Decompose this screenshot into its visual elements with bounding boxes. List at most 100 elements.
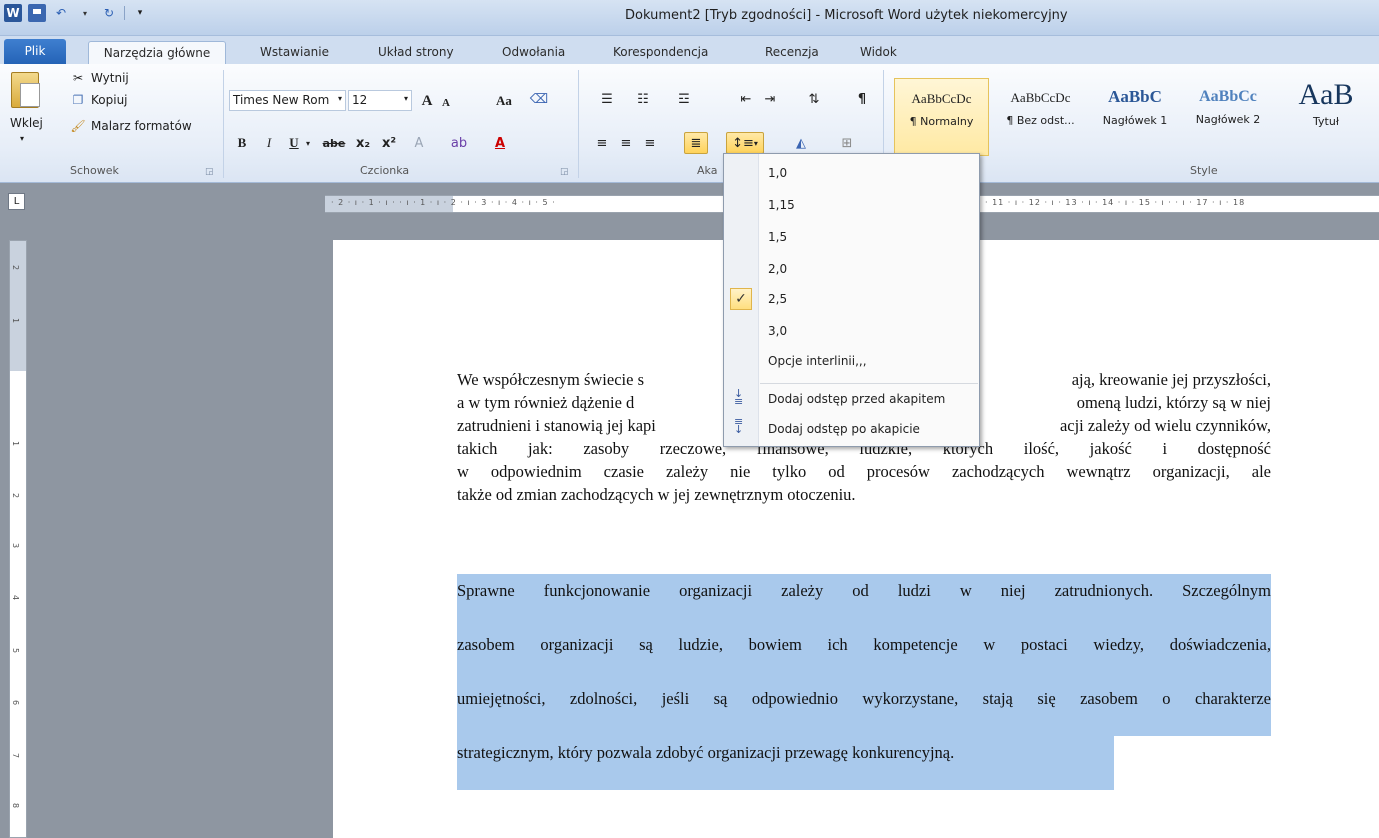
vruler-number: 1 <box>11 317 21 324</box>
vruler-number: 6 <box>11 699 21 706</box>
strikethrough-button[interactable]: abe <box>320 132 348 154</box>
style-no-spacing[interactable]: AaBbCcDc ¶ Bez odst... <box>993 78 1088 156</box>
paste-label: Wklej <box>10 116 43 130</box>
option-label: 1,0 <box>768 166 788 180</box>
numbering-icon[interactable]: ☷ <box>628 88 658 110</box>
tab-mailings[interactable]: Korespondencja <box>613 41 708 64</box>
style-title[interactable]: AaB Tytuł <box>1276 78 1376 156</box>
text-fragment: ają, kreowanie jej przyszłości, <box>1071 370 1271 389</box>
option-label: 2,5 <box>768 292 788 306</box>
align-left-icon[interactable]: ≡ <box>592 132 612 154</box>
underline-button[interactable]: U <box>285 132 303 154</box>
shrink-font-button[interactable]: A <box>438 92 454 114</box>
tab-page-layout[interactable]: Układ strony <box>378 41 454 64</box>
space-after-icon: ≡ ↓ <box>734 415 744 436</box>
clear-formatting-icon[interactable]: ⌫ <box>528 88 550 110</box>
text-fragment: zatrudnieni i stanowią jej kapi <box>457 416 656 435</box>
subscript-button[interactable]: x₂ <box>352 132 374 154</box>
bullets-icon[interactable]: ☰ <box>592 88 622 110</box>
line-spacing-option-3-0[interactable]: 3,0 <box>724 316 979 346</box>
underline-dropdown-icon[interactable]: ▾ <box>303 132 313 154</box>
tab-file[interactable]: Plik <box>4 39 66 64</box>
format-painter-button[interactable]: 🖌 Malarz formatów <box>70 118 191 134</box>
line-spacing-option-2-5[interactable]: ✓ 2,5 <box>724 284 979 314</box>
decrease-indent-icon[interactable]: ⇤ <box>736 88 756 110</box>
text-line: w odpowiednim czasie zależy nie tylko od… <box>457 462 1271 481</box>
text-effects-icon[interactable]: A <box>408 132 430 154</box>
selected-text: Sprawne funkcjonowanie organizacji zależ… <box>457 574 1271 628</box>
style-normal[interactable]: AaBbCcDc ¶ Normalny <box>894 78 989 156</box>
font-name-value: Times New Rom <box>233 93 330 107</box>
superscript-button[interactable]: x² <box>378 132 400 154</box>
highlight-color-icon[interactable]: ab <box>444 132 474 154</box>
line-spacing-button[interactable]: ↕≡ ▾ <box>726 132 764 154</box>
clipboard-launcher-icon[interactable]: ◲ <box>205 167 214 177</box>
selected-text: strategicznym, który pozwala zdobyć orga… <box>457 736 1114 790</box>
text-line: także od zmian zachodzących w jej zewnęt… <box>457 485 856 504</box>
style-name: ¶ Bez odst... <box>1006 114 1075 127</box>
tab-selector-button[interactable]: L <box>8 193 25 210</box>
text-fragment: omeną ludzi, którzy są w niej <box>1076 393 1271 412</box>
bold-button[interactable]: B <box>233 132 251 154</box>
tab-view[interactable]: Widok <box>860 41 897 64</box>
customize-qat-icon[interactable]: ▾ <box>131 4 149 22</box>
align-right-icon[interactable]: ≡ <box>640 132 660 154</box>
word-logo-icon[interactable]: W <box>4 4 22 22</box>
sort-icon[interactable]: ⇅ <box>804 88 824 110</box>
option-label: 2,0 <box>768 262 788 276</box>
shading-icon[interactable]: ◭ <box>784 132 818 154</box>
line-spacing-option-1-5[interactable]: 1,5 <box>724 222 979 252</box>
grow-font-button[interactable]: A <box>418 90 436 112</box>
font-size-value: 12 <box>352 93 368 107</box>
align-center-icon[interactable]: ≡ <box>616 132 636 154</box>
selected-line: Sprawne funkcjonowanie organizacji zależ… <box>457 574 1271 628</box>
option-label: Opcje interlinii,,, <box>768 354 867 368</box>
text-fragment: acji zależy od wielu czynników, <box>1059 416 1271 435</box>
copy-button[interactable]: ❐ Kopiuj <box>70 92 128 108</box>
redo-icon[interactable]: ↻ <box>100 4 118 22</box>
window-title: Dokument2 [Tryb zgodności] - Microsoft W… <box>625 8 1068 23</box>
font-dropdown-icon: ▾ <box>337 94 342 103</box>
selected-line: zasobem organizacji są ludzie, bowiem ic… <box>457 628 1271 682</box>
justify-icon[interactable]: ≣ <box>684 132 708 154</box>
font-size-combo[interactable]: 12 ▾ <box>348 90 412 111</box>
style-preview: AaBbCcDc <box>911 91 972 106</box>
brush-icon: 🖌 <box>70 119 86 133</box>
increase-indent-icon[interactable]: ⇥ <box>760 88 780 110</box>
undo-dropdown-icon[interactable]: ▾ <box>76 4 94 22</box>
style-heading-2[interactable]: AaBbCc Nagłówek 2 <box>1183 78 1273 156</box>
change-case-button[interactable]: Aa <box>490 90 518 112</box>
undo-icon[interactable]: ↶ <box>52 4 70 22</box>
space-before-icon: ↓ ≡ <box>734 387 744 408</box>
vertical-ruler[interactable]: 2 1 1 2 3 4 5 6 7 8 <box>9 240 27 838</box>
vruler-number: 3 <box>11 542 21 549</box>
paste-dropdown-icon[interactable]: ▾ <box>20 134 24 143</box>
selected-text: umiejętności, zdolności, jeśli są odpowi… <box>457 682 1271 736</box>
tab-review[interactable]: Recenzja <box>765 41 819 64</box>
borders-icon[interactable]: ⊞ <box>830 132 864 154</box>
paste-button[interactable]: Wklej ▾ <box>8 70 43 150</box>
paragraph-2-selected[interactable]: Sprawne funkcjonowanie organizacji zależ… <box>457 574 1271 790</box>
font-name-combo[interactable]: Times New Rom ▾ <box>229 90 346 111</box>
line-spacing-option-2-0[interactable]: 2,0 <box>724 254 979 284</box>
italic-button[interactable]: I <box>260 132 278 154</box>
tab-insert[interactable]: Wstawianie <box>260 41 329 64</box>
add-space-after-item[interactable]: ≡ ↓ Dodaj odstęp po akapicie <box>724 414 979 444</box>
font-launcher-icon[interactable]: ◲ <box>560 167 569 177</box>
font-color-icon[interactable]: A <box>486 132 514 154</box>
add-space-before-item[interactable]: ↓ ≡ Dodaj odstęp przed akapitem <box>724 384 979 414</box>
tab-references[interactable]: Odwołania <box>502 41 565 64</box>
show-formatting-icon[interactable]: ¶ <box>852 88 872 110</box>
option-label: Dodaj odstęp przed akapitem <box>768 392 946 406</box>
style-heading-1[interactable]: AaBbC Nagłówek 1 <box>1090 78 1180 156</box>
save-icon[interactable] <box>28 4 46 22</box>
cut-button[interactable]: ✂ Wytnij <box>70 70 129 86</box>
line-spacing-option-1-15[interactable]: 1,15 <box>724 190 979 220</box>
line-spacing-options-item[interactable]: Opcje interlinii,,, <box>724 346 979 376</box>
qat-separator <box>124 6 125 20</box>
vruler-number: 2 <box>11 492 21 499</box>
multilevel-list-icon[interactable]: ☲ <box>664 88 704 110</box>
ruler-row: L · 2 · ı · 1 · ı · · ı · 1 · ı · 2 · ı … <box>0 184 1379 221</box>
tab-home[interactable]: Narzędzia główne <box>88 41 226 64</box>
line-spacing-option-1-0[interactable]: 1,0 <box>724 158 979 188</box>
